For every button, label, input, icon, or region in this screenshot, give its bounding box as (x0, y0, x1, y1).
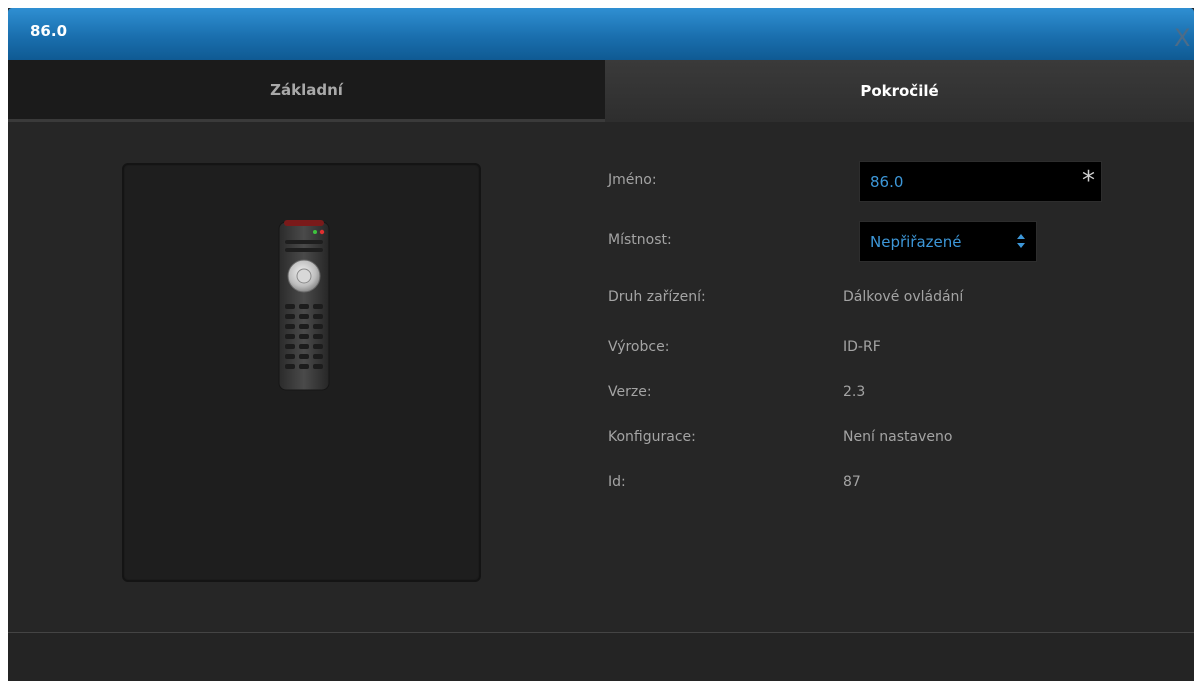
dialog-footer (8, 633, 1194, 681)
device-image-panel (122, 163, 481, 582)
tab-advanced[interactable]: Pokročilé (605, 60, 1194, 122)
configuration-label: Konfigurace: (608, 429, 696, 445)
room-select[interactable]: Nepřiřazené (859, 221, 1037, 262)
configuration-value: Není nastaveno (843, 429, 953, 445)
select-arrows-icon (1017, 234, 1025, 248)
manufacturer-label: Výrobce: (608, 339, 670, 355)
title-bar: 86.0 X (8, 8, 1194, 60)
close-button[interactable]: X (1174, 26, 1194, 50)
name-input-value: 86.0 (870, 173, 904, 191)
id-value: 87 (843, 474, 861, 490)
room-select-value: Nepřiřazené (870, 233, 962, 251)
required-asterisk-icon: * (1082, 166, 1095, 196)
device-type-value: Dálkové ovládání (843, 289, 964, 305)
device-dialog: 86.0 X Základní Pokročilé Jméno: Místnos… (8, 8, 1194, 681)
version-label: Verze: (608, 384, 652, 400)
room-label: Místnost: (608, 232, 672, 248)
version-value: 2.3 (843, 384, 866, 400)
id-label: Id: (608, 474, 626, 490)
dialog-title: 86.0 (30, 22, 68, 40)
tab-basic[interactable]: Základní (8, 60, 605, 122)
manufacturer-value: ID-RF (843, 339, 881, 355)
name-input[interactable]: 86.0 * (859, 161, 1102, 202)
name-label: Jméno: (608, 172, 657, 188)
tab-bar: Základní Pokročilé (8, 60, 1194, 122)
remote-control-icon (278, 220, 330, 391)
device-type-label: Druh zařízení: (608, 289, 706, 305)
